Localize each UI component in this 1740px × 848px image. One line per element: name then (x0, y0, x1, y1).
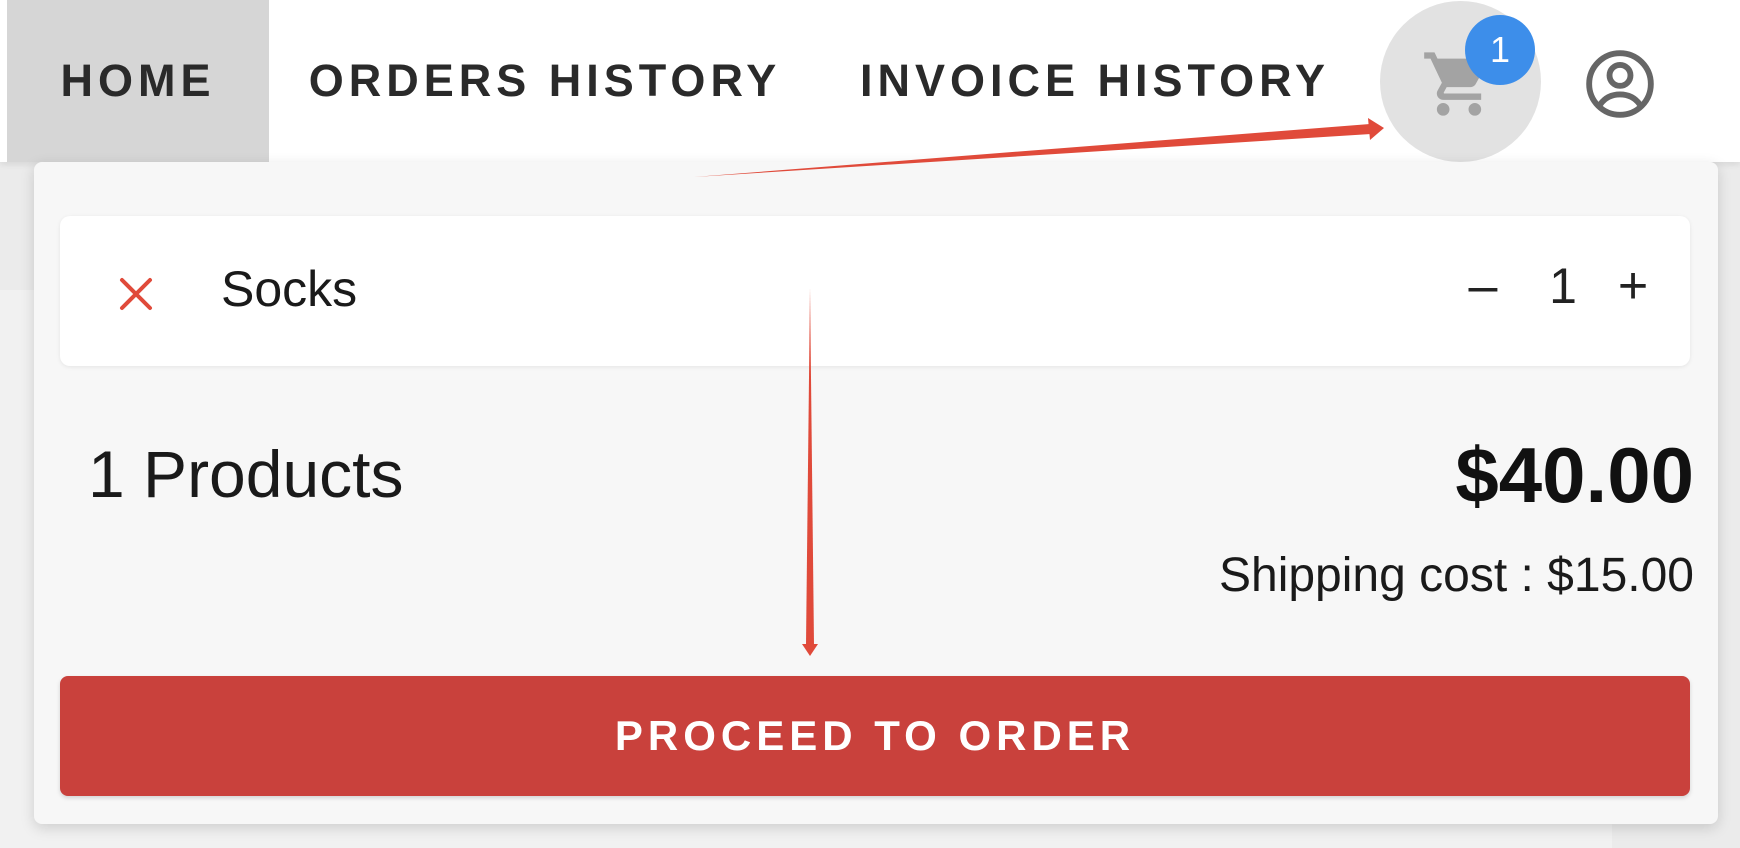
tab-invoice-history[interactable]: INVOICE HISTORY (855, 0, 1335, 162)
tab-orders-history[interactable]: ORDERS HISTORY (300, 0, 790, 162)
cart-item-name: Socks (221, 261, 358, 317)
page: HOME ORDERS HISTORY INVOICE HISTORY 1 So… (0, 0, 1740, 848)
account-circle-icon (1586, 50, 1654, 118)
shipping-cost: Shipping cost : $15.00 (1218, 549, 1694, 602)
products-count: 1 Products (88, 437, 404, 511)
quantity-value: 1 (1549, 258, 1577, 314)
remove-item-button[interactable] (116, 274, 156, 314)
top-navbar: HOME ORDERS HISTORY INVOICE HISTORY 1 (0, 0, 1740, 162)
proceed-to-order-button[interactable]: PROCEED TO ORDER (60, 676, 1690, 796)
quantity-increment-button[interactable]: + (1608, 256, 1658, 316)
cart-total: $40.00 (1455, 431, 1694, 519)
cart-count-badge: 1 (1465, 15, 1535, 85)
cart-dropdown: Socks – 1 + 1 Products $40.00 Shipping c… (34, 162, 1718, 824)
quantity-decrement-button[interactable]: – (1458, 256, 1508, 316)
close-icon (120, 278, 152, 310)
cart-item: Socks – 1 + (60, 216, 1690, 366)
account-button[interactable] (1580, 44, 1660, 124)
tab-home[interactable]: HOME (7, 0, 269, 162)
cart-button[interactable]: 1 (1380, 1, 1541, 162)
